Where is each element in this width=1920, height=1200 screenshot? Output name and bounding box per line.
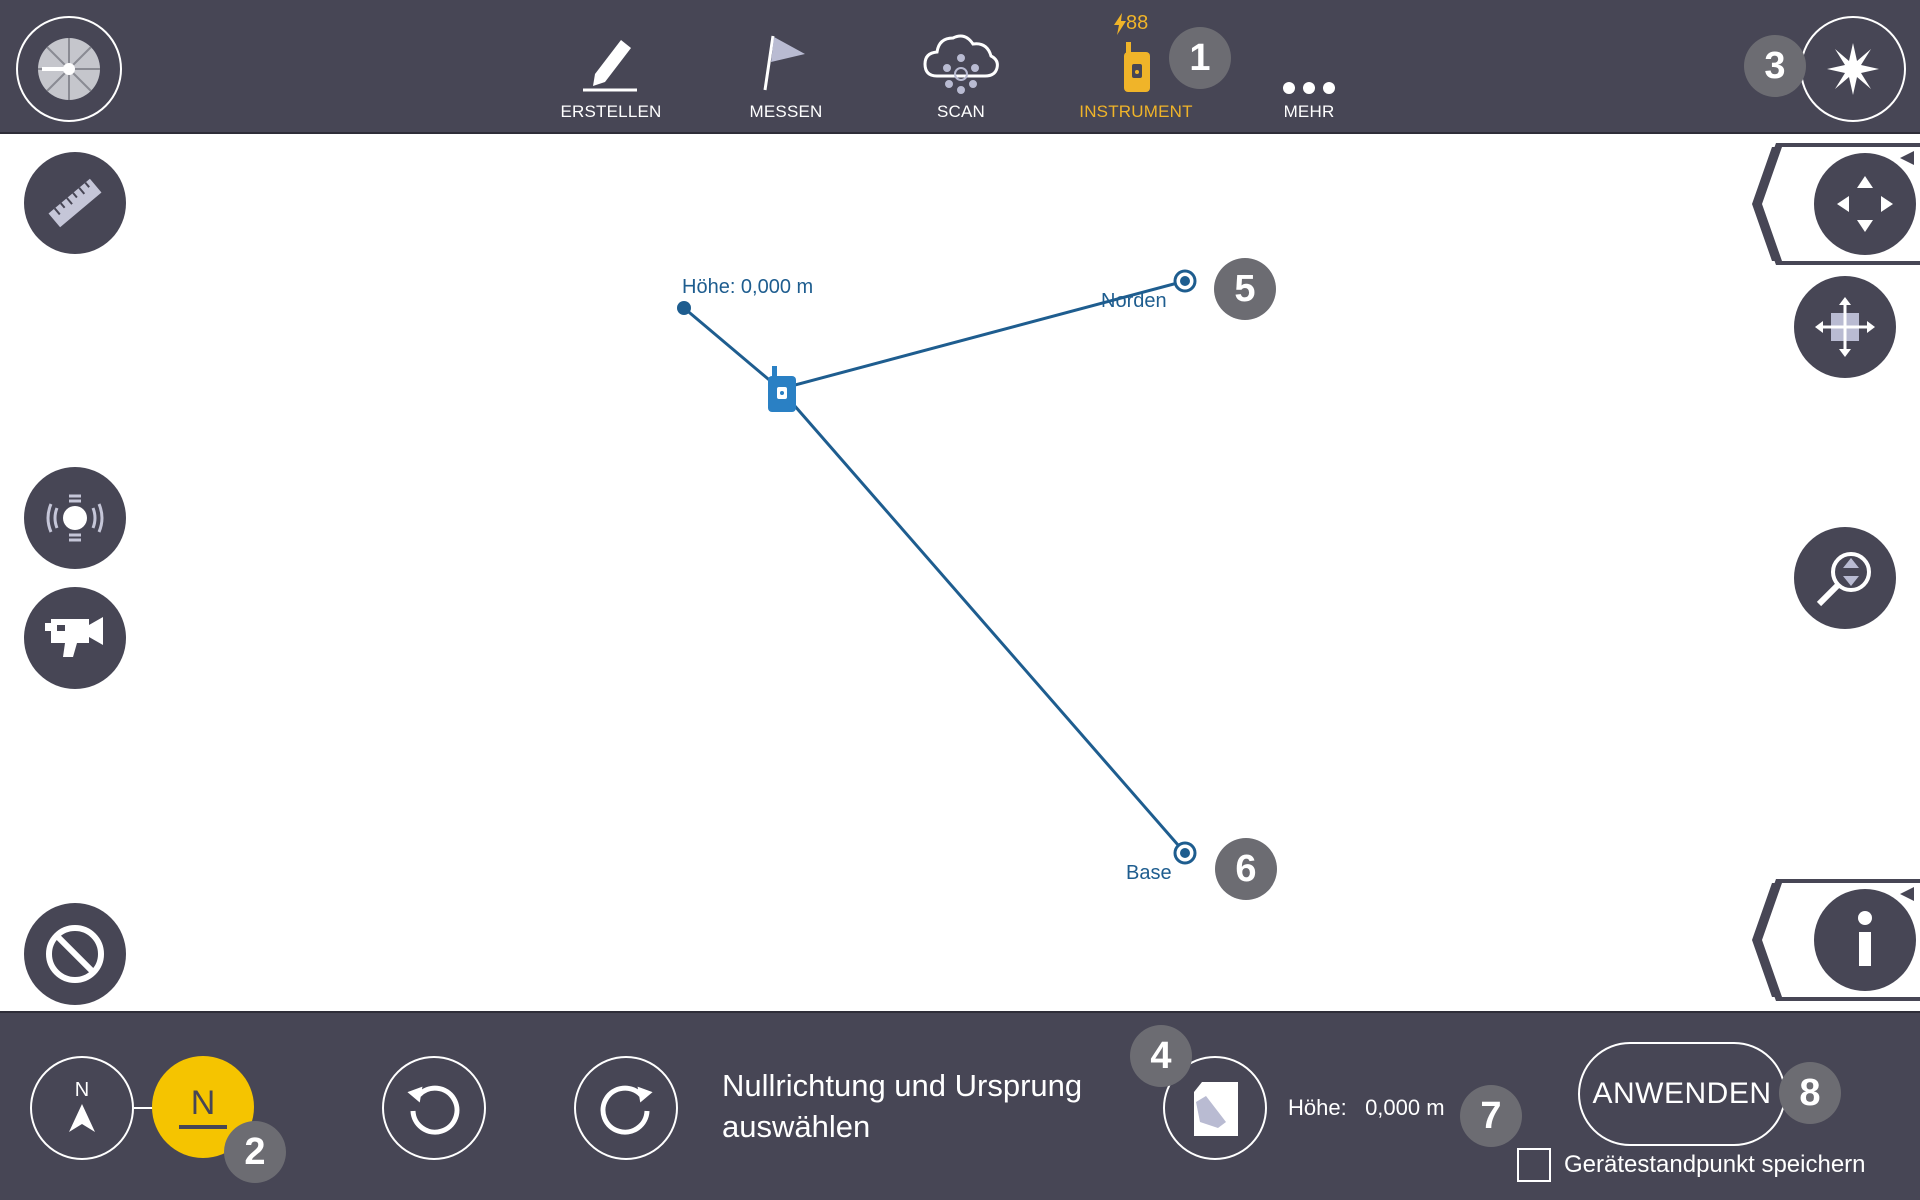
callout-badge: 5 xyxy=(1214,258,1276,320)
callout-badge: 6 xyxy=(1215,838,1277,900)
pan-direction-button[interactable] xyxy=(1814,153,1916,255)
flyout-arrow-icon xyxy=(1900,887,1914,901)
callout-badge: 4 xyxy=(1130,1025,1192,1087)
info-flyout xyxy=(1750,879,1920,1001)
tab-scan[interactable]: SCAN xyxy=(886,24,1036,124)
instruction-message: Nullrichtung und Ursprung auswählen xyxy=(722,1068,1083,1144)
zoom-button[interactable] xyxy=(1794,527,1896,629)
vibration-button[interactable] xyxy=(24,467,126,569)
callout-badge: 2 xyxy=(224,1121,286,1183)
measure-tool-button[interactable] xyxy=(24,152,126,254)
flyout-arrow-icon xyxy=(1900,151,1914,165)
prohibited-icon xyxy=(46,925,104,983)
rotate-left-icon xyxy=(407,1085,460,1135)
rotate-right-button[interactable] xyxy=(574,1056,678,1160)
north-point-label: Norden xyxy=(1101,290,1167,312)
north-mode-label: N xyxy=(190,1084,216,1122)
info-button[interactable] xyxy=(1814,889,1916,991)
navigation-flyout xyxy=(1750,143,1920,265)
tab-instrument-label: INSTRUMENT xyxy=(1079,102,1193,121)
tab-messen[interactable]: MESSEN xyxy=(711,24,861,124)
tab-mehr[interactable]: MEHR xyxy=(1234,24,1384,124)
rotate-left-button[interactable] xyxy=(382,1056,486,1160)
flag-icon xyxy=(763,35,805,91)
bottom-toolbar: N N Nullrichtung und Ursprung auswählen … xyxy=(0,1011,1920,1200)
pencil-icon xyxy=(583,40,637,92)
direction-arrows-icon xyxy=(1837,176,1893,232)
more-icon xyxy=(1283,82,1335,94)
move-icon xyxy=(1815,297,1875,357)
edit-note-icon xyxy=(1194,1082,1238,1136)
save-station-label: Gerätestandpunkt speichern xyxy=(1564,1151,1866,1178)
tab-scan-label: SCAN xyxy=(936,102,986,121)
setup-lines xyxy=(677,269,1197,865)
zoom-icon xyxy=(1816,552,1871,607)
north-underline xyxy=(179,1125,227,1129)
tab-messen-label: MESSEN xyxy=(749,102,823,121)
compass-connector xyxy=(134,1107,154,1109)
battery-level: 88 xyxy=(1126,12,1149,34)
instrument-icon xyxy=(1124,42,1150,92)
height-point-label: Höhe: 0,000 m xyxy=(682,276,814,298)
map-canvas[interactable]: Höhe: 0,000 m Norden Base 2 m xyxy=(0,134,1920,1094)
instrument-position-icon[interactable] xyxy=(768,366,796,412)
base-point-label: Base xyxy=(1126,862,1172,884)
move-button[interactable] xyxy=(1794,276,1896,378)
camera-button[interactable] xyxy=(24,587,126,689)
laser-button[interactable] xyxy=(1800,16,1906,122)
callout-badge: 1 xyxy=(1169,27,1231,89)
north-arrow-icon xyxy=(69,1103,95,1132)
height-value: 0,000 m xyxy=(1365,1095,1445,1120)
callout-badge: 3 xyxy=(1744,35,1806,97)
tab-erstellen[interactable]: ERSTELLEN xyxy=(536,24,686,124)
height-label: Höhe: xyxy=(1288,1095,1347,1120)
compass-label: N xyxy=(74,1078,90,1101)
video-camera-icon xyxy=(45,617,103,657)
info-icon xyxy=(1858,911,1872,966)
lightning-icon xyxy=(1114,12,1126,35)
main-menu-button[interactable] xyxy=(16,16,122,122)
top-toolbar: ERSTELLEN MESSEN SCAN INSTRUMENT 88 MEHR xyxy=(0,0,1920,134)
tab-mehr-label: MEHR xyxy=(1283,102,1335,121)
compass-mode-button[interactable]: N xyxy=(30,1056,134,1160)
callout-badge: 8 xyxy=(1779,1062,1841,1124)
height-readout: Höhe: 0,000 m xyxy=(1288,1095,1445,1121)
cancel-button[interactable] xyxy=(24,903,126,1005)
cloud-icon xyxy=(923,34,999,94)
ruler-icon xyxy=(48,178,102,228)
app-logo-icon xyxy=(38,38,100,100)
battery-indicator: 88 xyxy=(1114,12,1148,35)
callout-badge: 7 xyxy=(1460,1085,1522,1147)
height-point[interactable] xyxy=(677,301,691,315)
laser-icon xyxy=(1827,43,1879,95)
tab-erstellen-label: ERSTELLEN xyxy=(560,102,662,121)
save-station-checkbox[interactable] xyxy=(1517,1148,1551,1182)
rotate-right-icon xyxy=(600,1085,653,1135)
apply-button[interactable]: ANWENDEN xyxy=(1578,1042,1786,1146)
vibration-icon xyxy=(46,494,104,542)
